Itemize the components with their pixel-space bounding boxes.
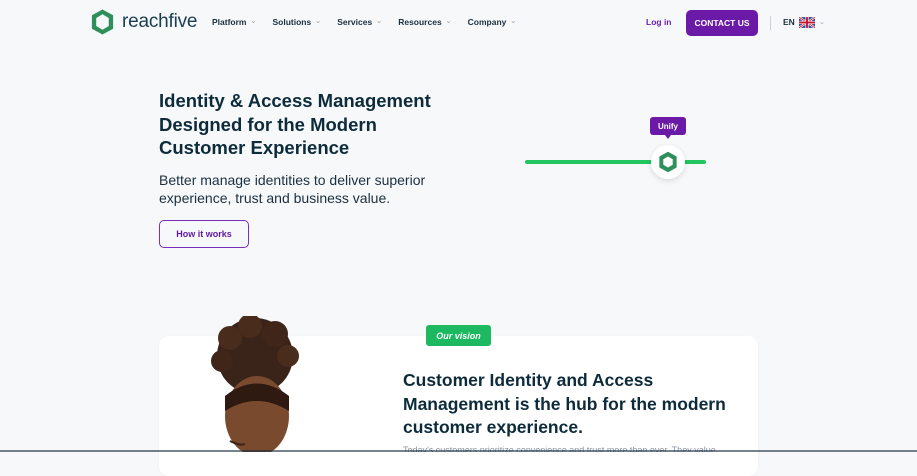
reachfive-logo-icon <box>91 9 114 35</box>
chevron-down-icon: ⌄ <box>445 18 452 25</box>
brand-logo[interactable]: reachfive <box>89 8 197 36</box>
slider-knob[interactable] <box>651 145 685 179</box>
hero-subtitle: Better manage identities to deliver supe… <box>159 172 426 206</box>
how-it-works-button[interactable]: How it works <box>159 220 249 248</box>
slider-badge: Unify <box>650 117 686 139</box>
reachfive-hexagon-icon <box>659 151 677 173</box>
chevron-down-icon: ⌄ <box>376 18 383 25</box>
contact-us-button[interactable]: CONTACT US <box>686 10 758 36</box>
language-label[interactable]: EN <box>783 17 795 27</box>
nav-item-label: Services <box>337 17 373 27</box>
nav-item-label: Resources <box>398 17 442 27</box>
site-header: reachfive Platform ⌄ Solutions ⌄ Service… <box>0 0 917 46</box>
brand-name: reachfive <box>122 11 198 32</box>
chevron-down-icon: ⌄ <box>315 18 322 25</box>
nav-item-solutions[interactable]: Solutions ⌄ <box>272 17 321 27</box>
hero-title: Identity & Access Management Designed fo… <box>159 90 431 158</box>
uk-flag-icon[interactable] <box>799 17 815 28</box>
main-nav: Platform ⌄ Solutions ⌄ Services ⌄ Resour… <box>212 17 532 27</box>
nav-item-resources[interactable]: Resources ⌄ <box>398 17 451 27</box>
vision-badge: Our vision <box>426 325 491 346</box>
chevron-down-icon: ⌄ <box>250 18 257 25</box>
login-link[interactable]: Log in <box>646 17 672 27</box>
vision-title: Customer Identity and Access Management … <box>403 370 726 437</box>
nav-item-services[interactable]: Services ⌄ <box>337 17 382 27</box>
nav-item-label: Company <box>467 17 507 27</box>
chevron-down-icon[interactable]: ⌄ <box>819 18 825 26</box>
person-illustration <box>211 316 299 452</box>
nav-item-company[interactable]: Company ⌄ <box>468 17 517 27</box>
divider <box>770 16 771 30</box>
nav-item-platform[interactable]: Platform ⌄ <box>212 17 256 27</box>
chevron-down-icon: ⌄ <box>510 18 517 25</box>
nav-item-label: Solutions <box>272 17 312 27</box>
nav-item-label: Platform <box>212 17 247 27</box>
